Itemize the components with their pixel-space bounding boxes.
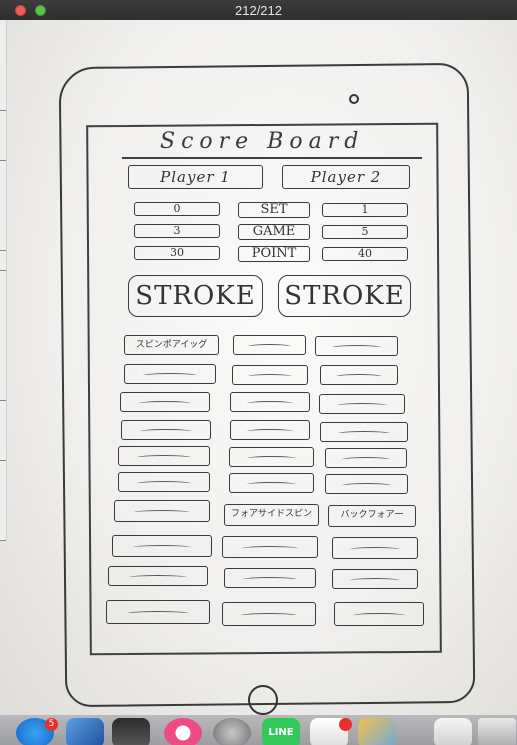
point-label: POINT (238, 246, 310, 262)
finder-icon[interactable] (434, 718, 472, 745)
shot-button[interactable] (106, 600, 210, 624)
p1-point-score: 30 (134, 246, 220, 260)
trash-icon[interactable] (478, 718, 516, 745)
shot-button[interactable] (222, 536, 318, 558)
p2-point-score: 40 (322, 247, 408, 261)
shot-button[interactable] (332, 537, 418, 559)
shot-button[interactable] (315, 336, 398, 356)
p1-game-score: 3 (134, 224, 220, 238)
shot-button[interactable]: スピンポアイッグ (124, 335, 219, 355)
system-preferences-icon[interactable] (213, 718, 251, 745)
window-title: 212/212 (235, 3, 282, 18)
shot-button[interactable] (108, 566, 208, 586)
shot-button[interactable] (332, 569, 418, 589)
shot-button[interactable] (230, 420, 310, 440)
shot-button[interactable] (229, 447, 314, 467)
player-2-box[interactable]: Player 2 (282, 165, 410, 189)
shot-button[interactable] (230, 392, 310, 412)
shot-button[interactable] (118, 446, 210, 466)
p1-set-score: 0 (134, 202, 220, 216)
shot-button[interactable] (114, 500, 210, 522)
imovie-icon[interactable] (112, 718, 150, 745)
shot-button[interactable] (118, 472, 210, 492)
scoreboard-title: Score Board (160, 129, 365, 154)
itunes-icon[interactable] (164, 718, 202, 745)
shot-button[interactable] (233, 335, 306, 355)
shot-button[interactable] (224, 568, 316, 588)
photos-icon[interactable] (358, 718, 396, 745)
p2-game-score: 5 (322, 225, 408, 239)
line-icon[interactable]: LINE (262, 718, 300, 745)
p1-stroke-button[interactable]: STROKE (128, 275, 263, 317)
shot-button[interactable]: バックフォア一 (328, 505, 416, 527)
xcode-icon[interactable] (66, 718, 104, 745)
shot-button[interactable] (325, 448, 407, 468)
player-1-box[interactable]: Player 1 (128, 165, 263, 189)
shot-button[interactable] (334, 602, 424, 626)
set-label: SET (238, 202, 310, 218)
home-button-icon (248, 685, 278, 715)
p2-set-score: 1 (322, 203, 408, 217)
shot-button[interactable] (232, 365, 308, 385)
shot-button[interactable] (229, 473, 314, 493)
shot-button[interactable]: フォアサイドスピン (224, 504, 319, 526)
shot-button[interactable] (121, 420, 211, 440)
shot-button[interactable] (325, 474, 408, 494)
title-divider (122, 157, 422, 159)
shot-button[interactable] (319, 394, 405, 414)
shot-button[interactable] (320, 422, 408, 442)
shot-button[interactable] (124, 364, 216, 384)
notification-dot (339, 718, 352, 731)
appstore-badge: 5 (45, 718, 58, 731)
game-label: GAME (238, 224, 310, 240)
shot-button[interactable] (222, 602, 316, 626)
camera-icon (349, 94, 359, 104)
shot-button[interactable] (120, 392, 210, 412)
background-window-edge (0, 20, 7, 541)
p2-stroke-button[interactable]: STROKE (278, 275, 411, 317)
shot-button[interactable] (320, 365, 398, 385)
shot-button[interactable] (112, 535, 212, 557)
window-titlebar: 212/212 (0, 0, 517, 20)
